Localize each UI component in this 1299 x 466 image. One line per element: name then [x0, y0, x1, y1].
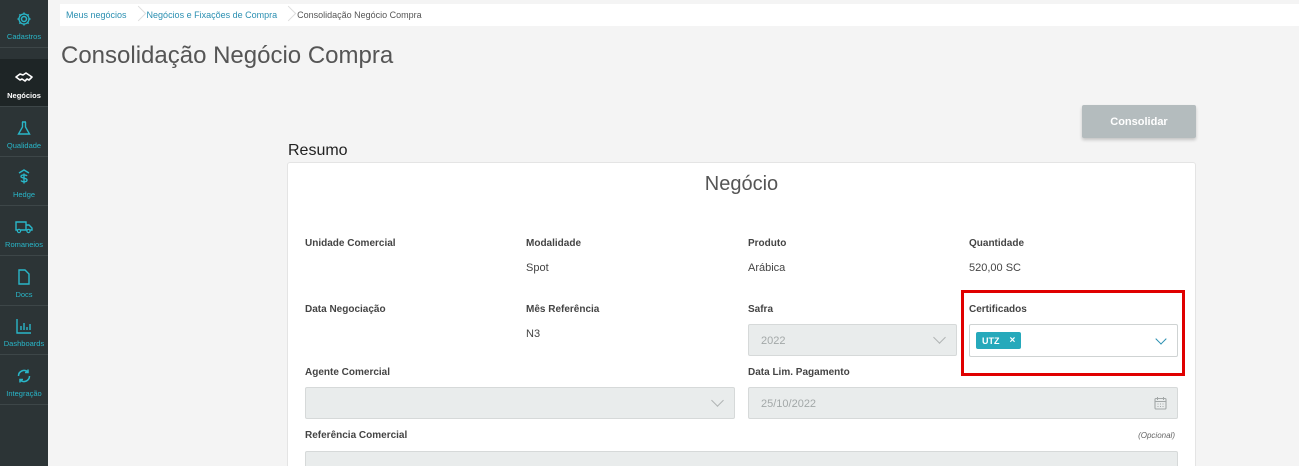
sidebar-item-label: Cadastros	[6, 32, 42, 41]
dollar-icon	[15, 168, 33, 186]
label-referencia-comercial: Referência Comercial	[305, 430, 408, 441]
sidebar-item-label: Integração	[6, 389, 42, 398]
document-icon	[15, 268, 33, 286]
sidebar-item-docs[interactable]: Docs	[0, 258, 48, 306]
handshake-icon	[15, 69, 33, 87]
label-unidade-comercial: Unidade Comercial	[305, 238, 396, 249]
breadcrumb-separator	[133, 4, 141, 26]
sidebar-item-negocios[interactable]: Negócios	[0, 59, 48, 107]
value-quantidade: 520,00 SC	[969, 262, 1021, 274]
sidebar-item-qualidade[interactable]: Qualidade	[0, 109, 48, 157]
app-root: Cadastros Negócios Qualidade Hedge Roman…	[0, 0, 1299, 466]
breadcrumb-separator	[283, 4, 291, 26]
highlight-box	[961, 290, 1185, 376]
chevron-down-icon	[711, 394, 724, 407]
consolidar-button[interactable]: Consolidar	[1082, 105, 1196, 138]
label-mes-referencia: Mês Referência	[526, 304, 600, 315]
safra-select-value: 2022	[761, 335, 786, 347]
sidebar-item-romaneios[interactable]: Romaneios	[0, 208, 48, 256]
sidebar-item-label: Romaneios	[5, 240, 43, 249]
sidebar-item-cadastros[interactable]: Cadastros	[0, 0, 48, 48]
label-produto: Produto	[748, 238, 787, 249]
calendar-icon[interactable]	[1154, 396, 1167, 415]
flask-icon	[15, 119, 33, 137]
label-modalidade: Modalidade	[526, 238, 582, 249]
sidebar-item-integracao[interactable]: Integração	[0, 357, 48, 405]
sidebar-item-dashboards[interactable]: Dashboards	[0, 307, 48, 355]
data-lim-pagamento-value: 25/10/2022	[761, 398, 817, 410]
sidebar-item-hedge[interactable]: Hedge	[0, 158, 48, 206]
optional-hint: (Opcional)	[1138, 431, 1175, 440]
label-agente-comercial: Agente Comercial	[305, 367, 391, 378]
breadcrumb: Meus negócios Negócios e Fixações de Com…	[60, 4, 1299, 26]
sidebar-item-label: Docs	[15, 290, 33, 299]
agente-comercial-select[interactable]	[305, 387, 735, 419]
sidebar-item-label: Qualidade	[6, 141, 42, 150]
bar-chart-icon	[15, 317, 33, 335]
value-mes-referencia: N3	[526, 328, 541, 340]
section-title-resumo: Resumo	[288, 142, 348, 159]
card-title: Negócio	[704, 173, 779, 195]
page-title: Consolidação Negócio Compra	[61, 42, 394, 69]
sidebar-item-label: Negócios	[7, 91, 41, 100]
referencia-comercial-input[interactable]	[305, 451, 1178, 466]
value-modalidade: Spot	[526, 262, 549, 274]
sidebar-item-label: Dashboards	[3, 339, 45, 348]
breadcrumb-link-meus-negocios[interactable]: Meus negócios	[66, 10, 127, 20]
label-data-negociacao: Data Negociação	[305, 304, 386, 315]
label-safra: Safra	[748, 304, 774, 315]
chevron-down-icon	[933, 331, 946, 344]
breadcrumb-current: Consolidação Negócio Compra	[297, 10, 422, 20]
data-lim-pagamento-input[interactable]: 25/10/2022	[748, 387, 1178, 419]
sync-icon	[15, 367, 33, 385]
safra-select[interactable]: 2022	[748, 324, 957, 356]
label-quantidade: Quantidade	[969, 238, 1025, 249]
label-data-lim-pagamento: Data Lim. Pagamento	[748, 367, 850, 378]
sidebar: Cadastros Negócios Qualidade Hedge Roman…	[0, 0, 48, 466]
gear-icon	[15, 10, 33, 28]
breadcrumb-link-negocios-fixacoes[interactable]: Negócios e Fixações de Compra	[147, 10, 278, 20]
truck-icon	[15, 218, 33, 236]
sidebar-item-label: Hedge	[12, 190, 36, 199]
value-produto: Arábica	[748, 262, 786, 274]
